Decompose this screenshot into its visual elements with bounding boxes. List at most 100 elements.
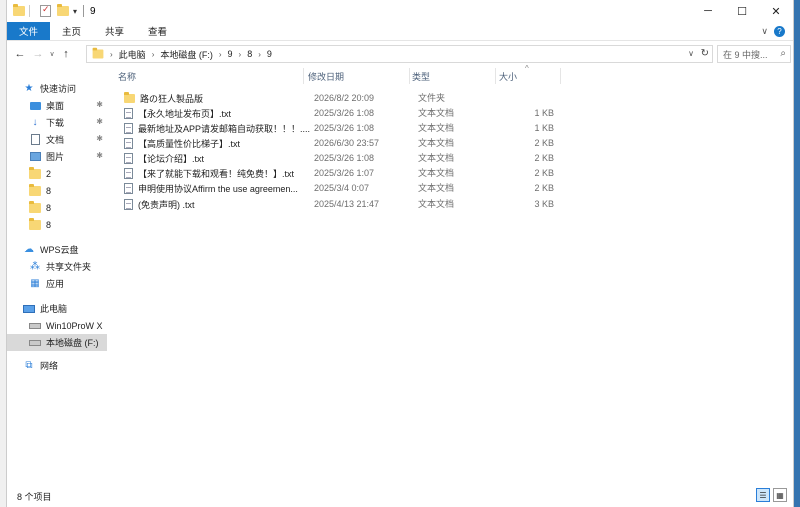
nav-label: WPS云盘	[40, 245, 79, 255]
file-name: 最新地址及APP请发邮箱自动获取！！！....	[138, 124, 311, 134]
computer-icon	[23, 303, 35, 315]
modified-date: 2025/3/26 1:08	[314, 123, 375, 133]
breadcrumb-this-pc[interactable]: 此电脑	[119, 48, 146, 61]
list-item[interactable]: 【来了就能下载和观看！纯免费！】.txt 2025/3/26 1:07 文本文档…	[115, 166, 560, 181]
search-input[interactable]: 在 9 中搜... ⌕	[717, 45, 791, 63]
list-item[interactable]: 路の狂人製品版 2026/8/2 20:09 文件夹	[115, 91, 560, 106]
column-divider[interactable]	[303, 68, 304, 84]
file-size: 1 KB	[534, 123, 554, 133]
file-name-cell: 最新地址及APP请发邮箱自动获取！！！....	[124, 121, 310, 136]
nav-this-pc[interactable]: 此电脑	[7, 300, 107, 317]
column-header-date[interactable]: 修改日期	[308, 66, 344, 86]
nav-label: 本地磁盘 (F:)	[46, 338, 99, 348]
search-placeholder: 在 9 中搜...	[723, 49, 768, 60]
text-file-icon	[124, 123, 133, 134]
refresh-icon[interactable]: ↻	[701, 48, 709, 59]
nav-drive-win10[interactable]: Win10ProW X	[7, 317, 107, 334]
list-item[interactable]: 申明使用协议Affirm the use agreemen... 2025/3/…	[115, 181, 560, 196]
drive-icon	[29, 337, 41, 349]
address-bar[interactable]: › 此电脑 › 本地磁盘 (F:) › 9 › 8 › 9 ∨ ↻	[86, 45, 713, 63]
divider	[83, 5, 85, 17]
breadcrumb-separator[interactable]: ›	[152, 50, 155, 59]
nav-network[interactable]: ⧉ 网络	[7, 357, 107, 374]
breadcrumb-current-9[interactable]: 9	[267, 49, 272, 59]
view-switcher: ☰ ▦	[756, 488, 787, 502]
expand-ribbon-icon[interactable]: ∨	[761, 26, 768, 37]
share-icon: ⁂	[30, 261, 40, 272]
list-item[interactable]: 【论坛介绍】.txt 2025/3/26 1:08 文本文档 2 KB	[115, 151, 560, 166]
nav-documents[interactable]: 文档 ✱	[7, 131, 107, 148]
list-item[interactable]: (免责声明) .txt 2025/4/13 21:47 文本文档 3 KB	[115, 197, 560, 212]
recent-locations-icon[interactable]: ∨	[47, 50, 57, 58]
details-view-button[interactable]: ☰	[756, 488, 770, 502]
nav-folder-2[interactable]: 2	[7, 165, 107, 182]
pin-icon[interactable]: ✱	[96, 100, 103, 109]
text-file-icon	[124, 183, 133, 194]
up-button[interactable]: ↑	[57, 48, 75, 60]
column-divider[interactable]	[495, 68, 496, 84]
column-header-name[interactable]: 名称	[118, 66, 136, 86]
address-dropdown-icon[interactable]: ∨	[688, 49, 694, 58]
new-folder-icon[interactable]	[57, 4, 69, 16]
nav-downloads[interactable]: ↓ 下载 ✱	[7, 114, 107, 131]
pin-icon[interactable]: ✱	[96, 134, 103, 143]
sort-indicator-icon: ^	[525, 64, 529, 73]
tab-file[interactable]: 文件	[7, 22, 51, 40]
text-file-icon	[124, 138, 133, 149]
modified-date: 2025/3/26 1:07	[314, 168, 375, 178]
help-icon[interactable]: ?	[774, 25, 785, 37]
properties-icon[interactable]	[40, 4, 51, 17]
modified-date: 2026/8/2 20:09	[314, 93, 375, 103]
breadcrumb-separator[interactable]: ›	[219, 50, 222, 59]
column-header-size[interactable]: 大小	[499, 66, 517, 86]
nav-folder-8[interactable]: 8	[7, 199, 107, 216]
nav-folder-8[interactable]: 8	[7, 216, 107, 233]
column-divider[interactable]	[560, 68, 561, 84]
column-header-type[interactable]: 类型	[412, 66, 430, 86]
file-size: 2 KB	[534, 153, 554, 163]
star-icon: ★	[24, 83, 34, 94]
forward-button[interactable]: →	[29, 48, 47, 60]
navigation-bar: ← → ∨ ↑ › 此电脑 › 本地磁盘 (F:) › 9 › 8 › 9 ∨ …	[7, 42, 793, 66]
tab-share[interactable]: 共享	[93, 22, 136, 40]
close-button[interactable]: ✕	[759, 0, 793, 22]
breadcrumb-drive-f[interactable]: 本地磁盘 (F:)	[160, 48, 213, 61]
file-type: 文本文档	[418, 183, 455, 193]
nav-shared-folder[interactable]: ⁂ 共享文件夹	[7, 258, 107, 275]
breadcrumb-separator[interactable]: ›	[258, 50, 261, 59]
nav-label: 下载	[46, 118, 65, 128]
nav-label: 2	[46, 168, 52, 179]
folder-icon	[13, 4, 25, 16]
pin-icon[interactable]: ✱	[96, 117, 103, 126]
window-controls: ─ ☐ ✕	[691, 0, 793, 22]
item-count: 8 个项目	[17, 491, 52, 502]
pin-icon[interactable]: ✱	[96, 151, 103, 160]
folder-icon	[92, 47, 104, 59]
nav-folder-8[interactable]: 8	[7, 182, 107, 199]
file-size: 1 KB	[534, 108, 554, 118]
minimize-button[interactable]: ─	[691, 0, 725, 22]
breadcrumb-separator[interactable]: ›	[239, 50, 242, 59]
file-type: 文本文档	[418, 123, 455, 133]
nav-drive-f[interactable]: 本地磁盘 (F:)	[7, 334, 107, 351]
tab-view[interactable]: 查看	[136, 22, 179, 40]
tab-home[interactable]: 主页	[50, 22, 93, 40]
file-size: 2 KB	[534, 183, 554, 193]
nav-desktop[interactable]: 桌面 ✱	[7, 97, 107, 114]
maximize-button[interactable]: ☐	[725, 0, 759, 22]
list-item[interactable]: 【高质量性价比梯子】.txt 2026/6/30 23:57 文本文档 2 KB	[115, 136, 560, 151]
nav-quick-access[interactable]: ★ 快速访问	[7, 80, 107, 97]
customize-toolbar-icon[interactable]: ▾	[73, 7, 77, 16]
nav-apps[interactable]: ▦ 应用	[7, 275, 107, 292]
breadcrumb-folder-9[interactable]: 9	[228, 49, 233, 59]
breadcrumb-folder-8[interactable]: 8	[247, 49, 252, 59]
list-item[interactable]: 【永久地址发布页】.txt 2025/3/26 1:08 文本文档 1 KB	[115, 106, 560, 121]
nav-pictures[interactable]: 图片 ✱	[7, 148, 107, 165]
modified-date: 2025/4/13 21:47	[314, 199, 380, 209]
column-divider[interactable]	[409, 68, 410, 84]
nav-label: 应用	[46, 279, 65, 289]
nav-wps-cloud[interactable]: ☁ WPS云盘	[7, 241, 107, 258]
back-button[interactable]: ←	[11, 48, 29, 60]
list-item[interactable]: 最新地址及APP请发邮箱自动获取！！！.... 2025/3/26 1:08 文…	[115, 121, 560, 136]
large-icons-view-button[interactable]: ▦	[773, 488, 787, 502]
